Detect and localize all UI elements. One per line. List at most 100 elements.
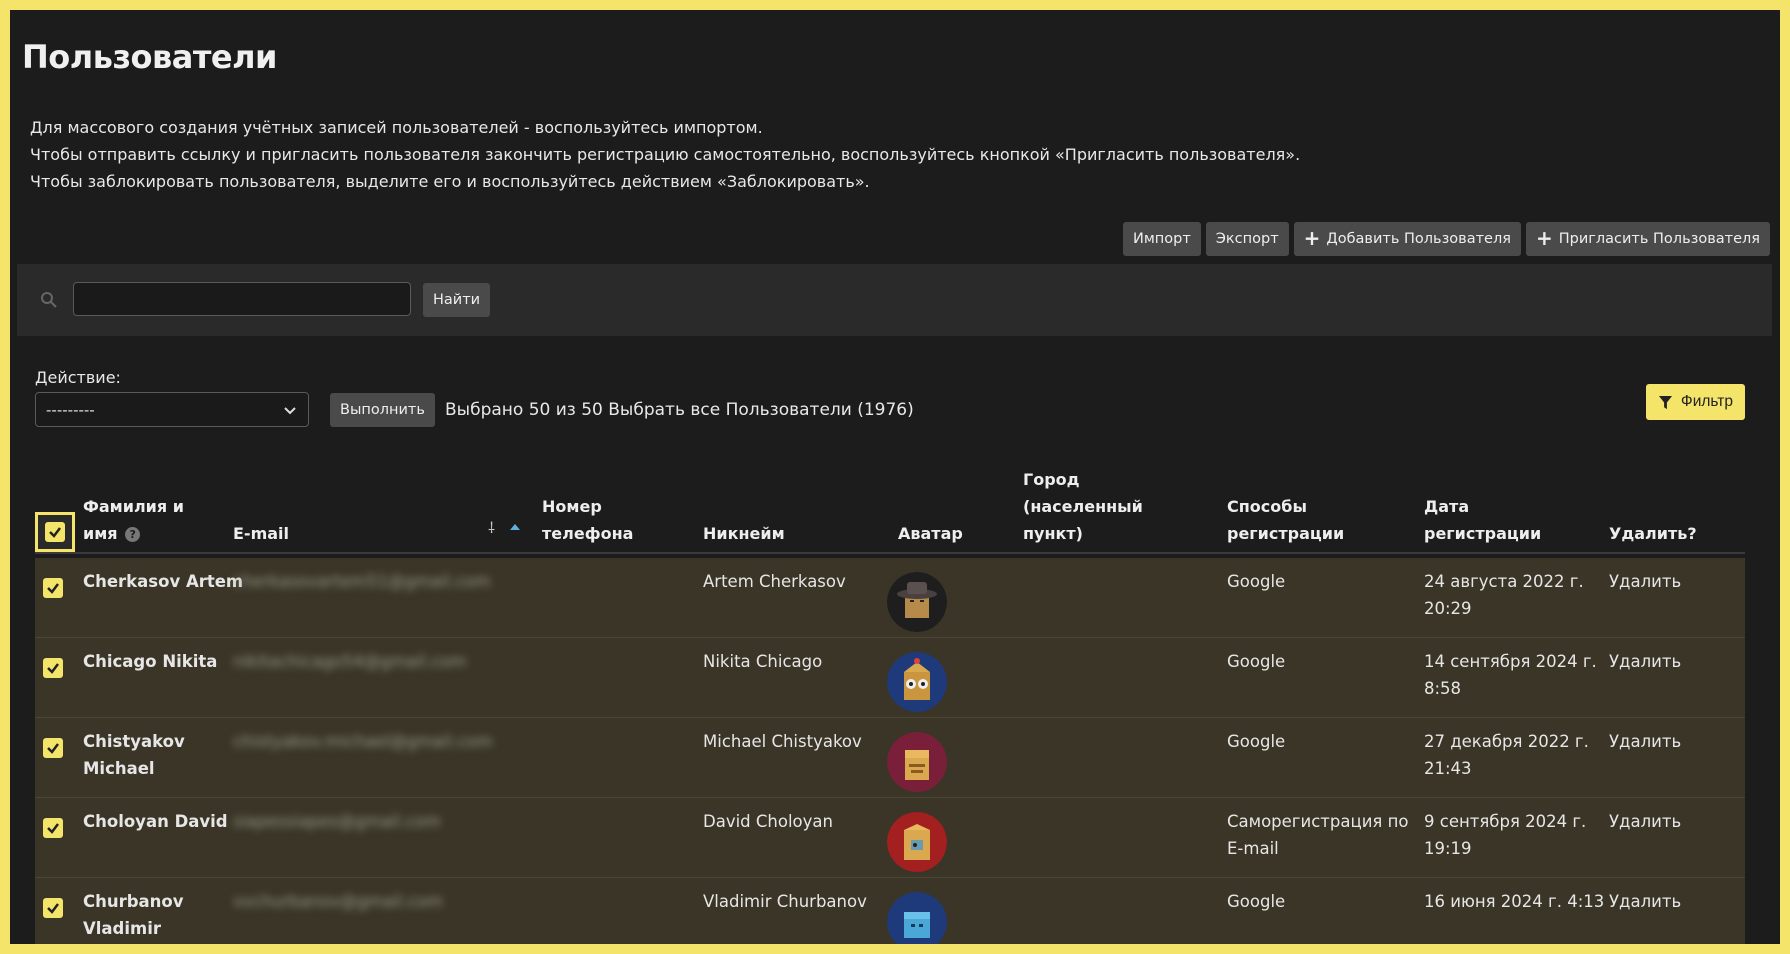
select-all-checkbox[interactable] xyxy=(35,512,75,552)
check-icon xyxy=(47,823,59,834)
registration-date-cell: 27 декабря 2022 г. 21:43 xyxy=(1424,728,1589,782)
avatar-image xyxy=(887,652,947,712)
column-header-registration-date[interactable]: Дата регистрации xyxy=(1424,493,1541,547)
column-header-city[interactable]: Город (населенный пункт) xyxy=(1023,466,1143,547)
row-checkbox[interactable] xyxy=(43,818,63,838)
user-name-link[interactable]: Chistyakov Michael xyxy=(83,728,185,782)
table-header: Фамилия и имя ? E-mail ⸸ Номер телефона … xyxy=(35,450,1745,554)
column-header-registration-method[interactable]: Способы регистрации xyxy=(1227,493,1344,547)
date-line: 21:43 xyxy=(1424,759,1472,778)
name-line: Vladimir xyxy=(83,919,162,938)
check-icon xyxy=(47,743,59,754)
registration-method-cell: Google xyxy=(1227,648,1285,675)
delete-link[interactable]: Удалить xyxy=(1609,728,1681,755)
delete-link[interactable]: Удалить xyxy=(1609,648,1681,675)
avatar xyxy=(887,732,947,792)
import-button[interactable]: Импорт xyxy=(1122,222,1201,256)
plus-icon: + xyxy=(1303,226,1321,250)
row-checkbox[interactable] xyxy=(43,738,63,758)
users-table: Фамилия и имя ? E-mail ⸸ Номер телефона … xyxy=(35,450,1745,944)
action-label: Действие: xyxy=(35,368,121,387)
table-row[interactable]: Chistyakov Michael chistyakov.michael@gm… xyxy=(35,718,1745,798)
name-line: Choloyan David xyxy=(83,812,228,831)
sort-priority-icon[interactable]: ⸸ xyxy=(488,518,495,538)
search-button[interactable]: Найти xyxy=(423,283,491,317)
invite-user-label: Пригласить Пользователя xyxy=(1558,231,1760,247)
user-name-link[interactable]: Choloyan David xyxy=(83,808,228,835)
table-row[interactable]: Cherkasov Artem cherkasovartem51@gmail.c… xyxy=(35,558,1745,638)
column-header-email[interactable]: E-mail xyxy=(233,520,289,547)
name-line: Michael xyxy=(83,759,155,778)
selection-info: Выбрано 50 из 50 Выбрать все Пользовател… xyxy=(445,400,914,420)
row-checkbox[interactable] xyxy=(43,578,63,598)
method-line: Google xyxy=(1227,732,1286,751)
column-header-phone[interactable]: Номер телефона xyxy=(542,493,633,547)
run-action-button[interactable]: Выполнить xyxy=(330,393,435,427)
intro-line: Чтобы отправить ссылку и пригласить поль… xyxy=(30,145,1301,164)
action-select[interactable]: --------- xyxy=(35,392,309,427)
chevron-down-icon xyxy=(284,406,296,414)
app-frame: Пользователи Для массового создания учёт… xyxy=(10,10,1780,944)
email-cell: nikitachicago54@gmail.com xyxy=(233,652,467,671)
nickname-cell: Michael Chistyakov xyxy=(703,732,862,751)
column-header-nickname[interactable]: Никнейм xyxy=(703,520,785,547)
column-header-delete: Удалить? xyxy=(1609,524,1697,543)
header-text: Город xyxy=(1023,470,1080,489)
search-input[interactable] xyxy=(73,282,411,316)
user-name-link[interactable]: Churbanov Vladimir xyxy=(83,888,184,942)
table-row[interactable]: Choloyan David siapessiapes@gmail.com Da… xyxy=(35,798,1745,878)
help-icon[interactable]: ? xyxy=(125,527,141,542)
check-icon xyxy=(47,583,59,594)
header-text: (населенный xyxy=(1023,497,1143,516)
date-line: 16 июня 2024 г. 4:13 xyxy=(1424,892,1605,911)
nickname-cell: David Choloyan xyxy=(703,812,833,831)
header-text: пункт) xyxy=(1023,524,1083,543)
header-text: Номер xyxy=(542,497,602,516)
header-text: Дата xyxy=(1424,497,1470,516)
table-row[interactable]: Chicago Nikita nikitachicago54@gmail.com… xyxy=(35,638,1745,718)
registration-method-cell: Google xyxy=(1227,888,1285,915)
method-line: E-mail xyxy=(1227,839,1279,858)
header-text: регистрации xyxy=(1424,524,1542,543)
row-checkbox[interactable] xyxy=(43,658,63,678)
delete-link[interactable]: Удалить xyxy=(1609,568,1681,595)
export-button[interactable]: Экспорт xyxy=(1205,222,1289,256)
name-line: Churbanov xyxy=(83,892,184,911)
header-text: телефона xyxy=(542,524,634,543)
sort-ascending-icon[interactable] xyxy=(510,524,520,530)
invite-user-button[interactable]: + Пригласить Пользователя xyxy=(1525,222,1770,256)
row-checkbox[interactable] xyxy=(43,898,63,918)
registration-date-cell: 24 августа 2022 г. 20:29 xyxy=(1424,568,1584,622)
filter-button[interactable]: Фильтр xyxy=(1645,384,1745,420)
nickname-cell: Vladimir Churbanov xyxy=(703,892,867,911)
method-line: Саморегистрация по xyxy=(1227,812,1409,831)
avatar-image xyxy=(887,892,947,944)
delete-link[interactable]: Удалить xyxy=(1609,808,1681,835)
add-user-button[interactable]: + Добавить Пользователя xyxy=(1293,222,1521,256)
top-actions: Импорт Экспорт + Добавить Пользователя +… xyxy=(1122,222,1770,256)
date-line: 8:58 xyxy=(1424,679,1462,698)
method-line: Google xyxy=(1227,652,1286,671)
page-title: Пользователи xyxy=(22,38,277,76)
avatar xyxy=(887,892,947,944)
search-bar: Найти xyxy=(17,264,1772,336)
email-cell: chistyakov.michael@gmail.com xyxy=(233,732,493,751)
column-header-avatar[interactable]: Аватар xyxy=(898,520,963,547)
column-header-name[interactable]: Фамилия и имя ? xyxy=(83,493,184,547)
add-user-label: Добавить Пользователя xyxy=(1326,231,1511,247)
name-line: Cherkasov Artem xyxy=(83,572,244,591)
user-name-link[interactable]: Cherkasov Artem xyxy=(83,568,243,595)
header-text: регистрации xyxy=(1227,524,1345,543)
filter-label: Фильтр xyxy=(1680,393,1733,410)
email-cell: vvchurbanov@gmail.com xyxy=(233,892,444,911)
table-row[interactable]: Churbanov Vladimir vvchurbanov@gmail.com… xyxy=(35,878,1745,944)
avatar-image xyxy=(887,732,947,792)
email-cell: cherkasovartem51@gmail.com xyxy=(233,572,491,591)
user-name-link[interactable]: Chicago Nikita xyxy=(83,648,217,675)
date-line: 14 сентября 2024 г. xyxy=(1424,652,1597,671)
header-text: Способы xyxy=(1227,497,1307,516)
avatar-image xyxy=(887,572,947,632)
action-select-value: --------- xyxy=(46,400,95,419)
delete-link[interactable]: Удалить xyxy=(1609,888,1681,915)
plus-icon: + xyxy=(1535,226,1553,250)
